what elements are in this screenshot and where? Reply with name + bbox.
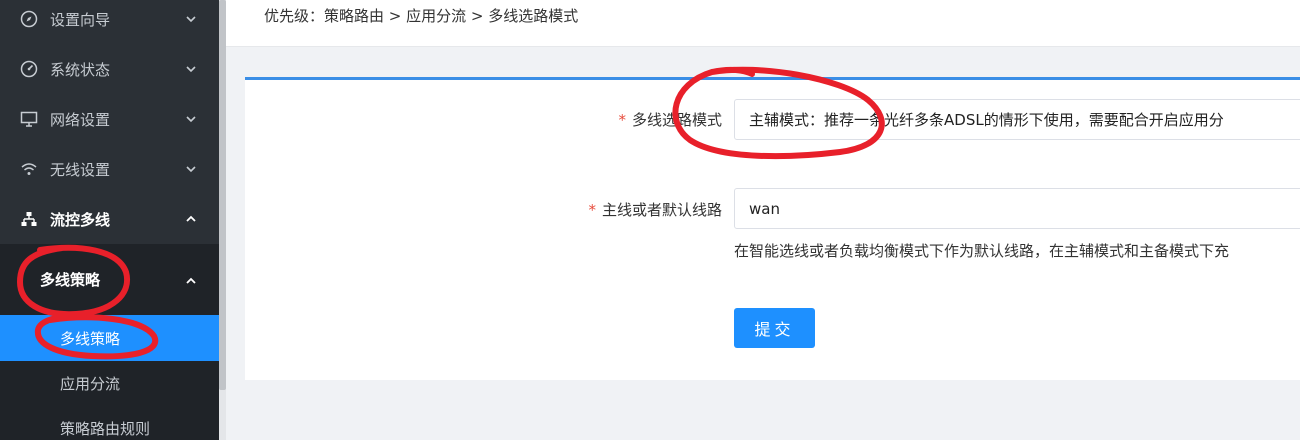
line-label: * 主线或者默认线路 [588, 199, 722, 220]
sidebar-item-flow-control[interactable]: 流控多线 [0, 194, 219, 244]
sidebar-leaf-policy-route-rules[interactable]: 策略路由规则 [0, 405, 219, 440]
header: 优先级：策略路由 > 应用分流 > 多线选路模式 [226, 0, 1300, 47]
chevron-down-icon [185, 113, 197, 125]
submenu-label: 多线策略 [40, 270, 101, 289]
chevron-down-icon [185, 63, 197, 75]
leaf-label: 应用分流 [60, 374, 121, 393]
mode-label-text: 多线选路模式 [631, 111, 722, 129]
leaf-label: 多线策略 [60, 329, 121, 348]
line-select-value: wan [749, 199, 780, 218]
line-select[interactable]: wan [734, 188, 1300, 229]
submit-button[interactable]: 提交 [734, 308, 815, 348]
breadcrumb: 优先级：策略路由 > 应用分流 > 多线选路模式 [264, 7, 579, 25]
submenu-multiline-policy[interactable]: 多线策略 [0, 254, 219, 304]
chevron-up-icon [185, 213, 197, 225]
sidebar-item-network-settings[interactable]: 网络设置 [0, 94, 219, 144]
line-help-text: 在智能选线或者负载均衡模式下作为默认线路，在主辅模式和主备模式下充 [734, 242, 1230, 260]
monitor-icon [20, 110, 38, 128]
gauge-icon [20, 60, 38, 78]
sidebar-item-label: 流控多线 [50, 210, 111, 229]
mode-label: * 多线选路模式 [618, 109, 722, 130]
sidebar-item-setup-wizard[interactable]: 设置向导 [0, 0, 219, 44]
chevron-down-icon [185, 13, 197, 25]
leaf-label: 策略路由规则 [60, 419, 151, 438]
required-asterisk: * [588, 201, 596, 219]
sidebar-scrollbar-thumb[interactable] [219, 0, 226, 390]
compass-icon [20, 10, 38, 28]
required-asterisk: * [618, 111, 626, 129]
wifi-icon [20, 160, 38, 178]
sidebar-item-system-status[interactable]: 系统状态 [0, 44, 219, 94]
mode-select-value: 主辅模式：推荐一条光纤多条ADSL的情形下使用，需要配合开启应用分 [749, 111, 1224, 129]
sidebar: 设置向导 系统状态 网络设置 无线设置 流控多线 多线策略 多线策略 应用分流 … [0, 0, 219, 440]
sidebar-item-label: 网络设置 [50, 110, 111, 129]
chevron-down-icon [185, 163, 197, 175]
network-tree-icon [20, 210, 38, 228]
sidebar-leaf-multiline-policy[interactable]: 多线策略 [0, 315, 219, 361]
sidebar-item-wireless-settings[interactable]: 无线设置 [0, 144, 219, 194]
chevron-up-icon [185, 273, 197, 285]
sidebar-leaf-app-split[interactable]: 应用分流 [0, 360, 219, 406]
mode-select[interactable]: 主辅模式：推荐一条光纤多条ADSL的情形下使用，需要配合开启应用分 [734, 99, 1300, 140]
sidebar-item-label: 设置向导 [50, 10, 111, 29]
sidebar-item-label: 系统状态 [50, 60, 111, 79]
sidebar-item-label: 无线设置 [50, 160, 111, 179]
line-label-text: 主线或者默认线路 [601, 201, 722, 219]
